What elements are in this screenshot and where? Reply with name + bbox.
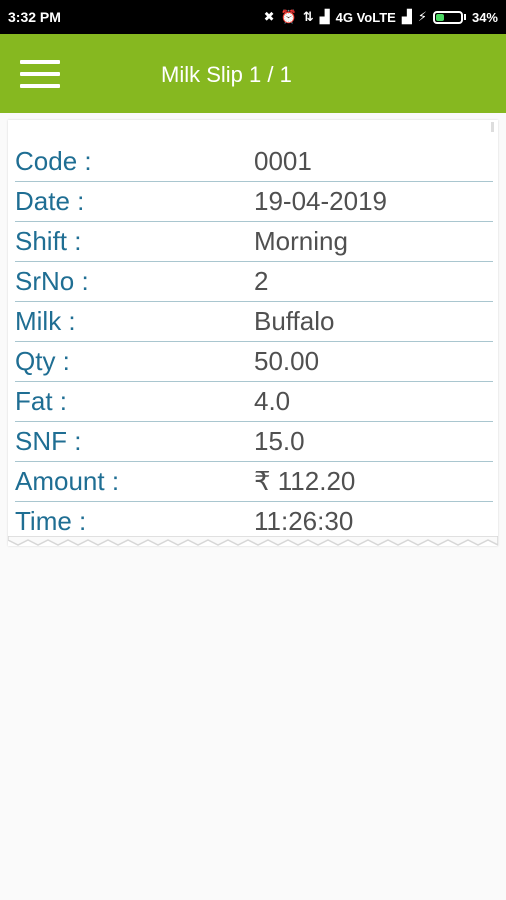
app-bar: Milk Slip 1 / 1 (0, 34, 506, 113)
slip-row: Fat : 4.0 (15, 382, 493, 422)
battery-fill (435, 13, 445, 21)
slip-row-label: Fat : (15, 386, 68, 416)
status-time: 3:32 PM (8, 9, 61, 25)
slip-row-label: Time : (15, 506, 87, 536)
slip-row-label: Date : (15, 186, 85, 216)
slip-row-value: 11:26:30 (254, 506, 354, 536)
slip-row-label: Code : (15, 146, 92, 176)
slip-row-label: SrNo : (15, 266, 89, 296)
battery-tip (463, 14, 466, 20)
network-label: 4G VoLTE (335, 9, 396, 25)
slip-row-value: Buffalo (254, 306, 335, 336)
slip-row: Date : 19-04-2019 (15, 182, 493, 222)
slip-row-value: 19-04-2019 (254, 186, 387, 216)
battery-body (432, 10, 463, 24)
slip-row-label: SNF : (15, 426, 82, 456)
slip-row-value: 0001 (254, 146, 312, 176)
slip-row-value: 2 (254, 266, 269, 296)
slip-row: Code : 0001 (15, 142, 493, 182)
slip-row: Amount : ₹ 112.20 (15, 462, 493, 502)
scrollbar[interactable] (491, 122, 494, 132)
slip-row-value: 50.00 (254, 346, 320, 376)
slip-row: SrNo : 2 (15, 262, 493, 302)
torn-edge (8, 536, 498, 546)
slip-row-label: Amount : (15, 466, 120, 496)
status-bar: 3:32 PM ✖ ⏰ ⇅ ▟ 4G VoLTE ▟ ⚡ 34% (0, 0, 506, 34)
slip-row-value: 4.0 (254, 386, 291, 416)
charging-icon: ⚡ (417, 9, 427, 24)
slip-row-value: 15.0 (254, 426, 305, 456)
signal-icon: ▟ (401, 9, 412, 24)
slip-row-value: Morning (254, 226, 348, 256)
slip-row-label: Qty : (15, 346, 70, 376)
slip-row: Qty : 50.00 (15, 342, 493, 382)
milk-slip-card: Code : 0001 Date : 19-04-2019 Shift : Morning… (8, 120, 498, 546)
mute-icon: ✖ (263, 9, 275, 24)
slip-row: SNF : 15.0 (15, 422, 493, 462)
slip-row-value: ₹ 112.20 (254, 466, 356, 496)
slip-row-label: Shift : (15, 226, 82, 256)
page-title: Milk Slip 1 / 1 (161, 62, 292, 87)
slip-row-label: Milk : (15, 306, 76, 336)
slip-rows: Code : 0001 Date : 19-04-2019 Shift : Morning… (15, 142, 493, 542)
slip-row: Shift : Morning (15, 222, 493, 262)
signal-icon: ▟ (319, 9, 330, 24)
battery-icon (432, 10, 466, 24)
slip-row: Milk : Buffalo (15, 302, 493, 342)
alarm-icon: ⏰ (280, 9, 297, 24)
hamburger-menu-icon[interactable] (20, 60, 60, 88)
status-icons: ✖ ⏰ ⇅ ▟ 4G VoLTE ▟ ⚡ 34% (264, 9, 498, 25)
battery-percent: 34% (471, 9, 498, 25)
network-icon: ⇅ (302, 9, 314, 24)
